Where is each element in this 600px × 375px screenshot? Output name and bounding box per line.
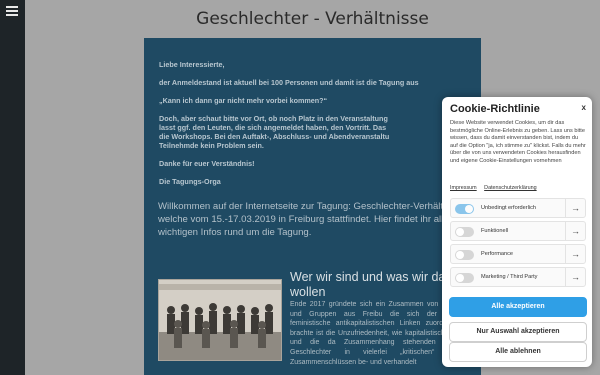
category-label: Marketing / Third Party <box>481 274 538 280</box>
hamburger-icon[interactable] <box>6 6 18 16</box>
reject-all-button[interactable]: Alle ablehnen <box>449 342 587 362</box>
arrow-right-icon[interactable]: → <box>565 222 585 240</box>
notice-signature: Die Tagungs-Orga <box>159 177 221 186</box>
notice-line: die Workshops. Bei den Auftakt-, Abschlu… <box>159 132 390 141</box>
toggle-switch[interactable] <box>455 273 474 283</box>
category-label: Funktionell <box>481 228 509 234</box>
arrow-right-icon[interactable]: → <box>565 199 585 217</box>
welcome-text: Willkommen auf der Internetseite zur Tag… <box>158 201 475 238</box>
impressum-link[interactable]: Impressum <box>450 185 477 191</box>
toggle-switch[interactable] <box>455 204 474 214</box>
toggle-switch[interactable] <box>455 227 474 237</box>
accept-selection-button[interactable]: Nur Auswahl akzeptieren <box>449 322 587 342</box>
category-label: Unbedingt erforderlich <box>481 205 537 211</box>
close-icon[interactable]: x <box>582 103 586 112</box>
cookie-category-marketing[interactable]: Marketing / Third Party → <box>450 267 586 287</box>
notice-greeting: Liebe Interessierte, <box>159 60 225 69</box>
toggle-switch[interactable] <box>455 250 474 260</box>
cookie-dialog: Cookie-Richtlinie x Diese Website verwen… <box>442 97 592 367</box>
side-menu-bar <box>0 0 25 375</box>
notice-line: der Anmeldestand ist aktuell bei 100 Per… <box>159 78 419 87</box>
arrow-right-icon[interactable]: → <box>565 268 585 286</box>
privacy-link[interactable]: Datenschutzerklärung <box>484 185 536 191</box>
main-content: Liebe Interessierte, der Anmeldestand is… <box>144 38 481 375</box>
notice-line: Teilnehmde kein Problem sein. <box>159 141 264 150</box>
category-label: Performance <box>481 251 514 257</box>
teaser-photo <box>158 279 282 361</box>
cookie-category-required[interactable]: Unbedingt erforderlich → <box>450 198 586 218</box>
cookie-description: Diese Website verwendet Cookies, um dir … <box>450 120 586 164</box>
cookie-links: Impressum Datenschutzerklärung <box>450 185 543 191</box>
arrow-right-icon[interactable]: → <box>565 245 585 263</box>
notice-line: Doch, aber schaut bitte vor Ort, ob noch… <box>159 114 388 123</box>
cookie-category-functional[interactable]: Funktionell → <box>450 221 586 241</box>
notice-line: lasst ggf. den Leuten, die sich angemeld… <box>159 123 387 132</box>
cookie-category-performance[interactable]: Performance → <box>450 244 586 264</box>
accept-all-button[interactable]: Alle akzeptieren <box>449 297 587 317</box>
page-title: Geschlechter - Verhältnisse <box>196 9 429 29</box>
notice-question: „Kann ich dann gar nicht mehr vorbei kom… <box>159 96 328 105</box>
group-photo-image <box>159 280 281 360</box>
notice-thanks: Danke für euer Verständnis! <box>159 159 255 168</box>
cookie-title: Cookie-Richtlinie <box>450 103 540 115</box>
attendance-notice: Liebe Interessierte, der Anmeldestand is… <box>159 60 481 195</box>
